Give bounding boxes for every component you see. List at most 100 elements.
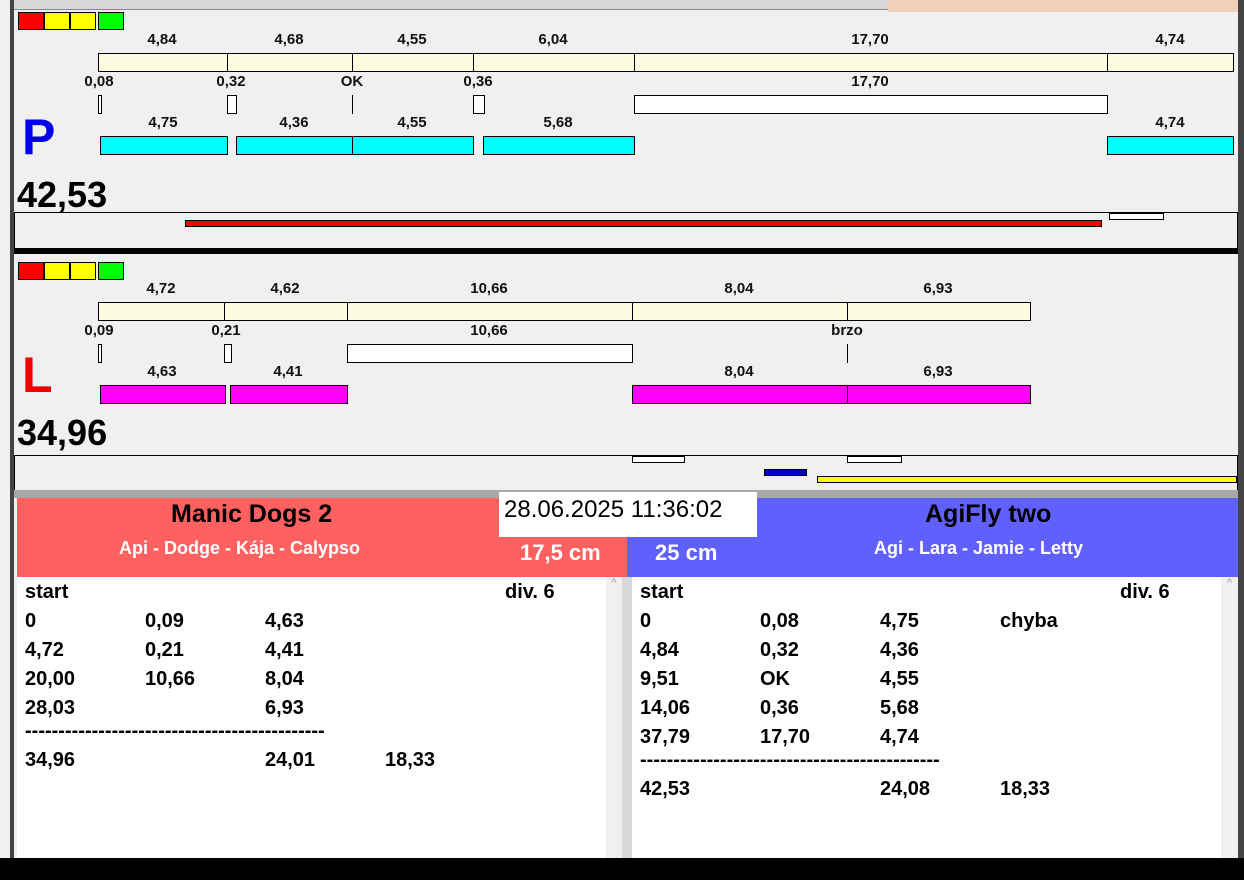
run-bar xyxy=(483,136,635,155)
run-label: 4,74 xyxy=(1155,114,1185,131)
list-cell: 8,04 xyxy=(265,668,304,690)
run-label: 4,41 xyxy=(273,363,303,380)
split-bar xyxy=(632,302,848,321)
reaction-label: 0,36 xyxy=(463,73,493,90)
run-bar xyxy=(1107,136,1234,155)
list-total-cell: 42,53 xyxy=(640,778,691,800)
list-cell: 17,70 xyxy=(760,726,811,748)
lane-letter: P xyxy=(22,109,56,165)
left-list-scrollbar[interactable]: ^ xyxy=(606,577,622,858)
list-cell: 0,09 xyxy=(145,610,184,632)
right-team-height: 25 cm xyxy=(655,540,718,565)
reaction-bar xyxy=(98,344,102,363)
list-gap xyxy=(622,577,632,858)
split-bar xyxy=(224,302,348,321)
reaction-label: 0,32 xyxy=(216,73,246,90)
list-cell: 0,08 xyxy=(760,610,799,632)
list-cell: 6,93 xyxy=(265,697,304,719)
run-bar xyxy=(236,136,353,155)
list-cell: 4,74 xyxy=(880,726,919,748)
list-cell: 14,06 xyxy=(640,697,691,719)
right-result-list[interactable]: start div. 6 0 0,08 4,75 chyba 4,84 0,32 4,36 9,5… xyxy=(632,577,1221,858)
right-frame-border xyxy=(1238,0,1244,860)
left-team-height: 17,5 cm xyxy=(520,540,601,565)
run-label: 5,68 xyxy=(543,114,573,131)
split-bar xyxy=(473,53,635,72)
list-cell: 5,68 xyxy=(880,697,919,719)
split-bar xyxy=(1107,53,1234,72)
reaction-label: 0,21 xyxy=(211,322,241,339)
split-label: 8,04 xyxy=(724,280,754,297)
list-total-cell: 18,33 xyxy=(385,749,436,771)
list-cell: 28,03 xyxy=(25,697,76,719)
list-separator: ----------------------------------------… xyxy=(25,720,325,742)
reaction-label: 17,70 xyxy=(851,73,889,90)
signal-light-red xyxy=(18,262,44,280)
reaction-label: brzo xyxy=(831,322,863,339)
progress-track xyxy=(14,455,1238,491)
split-label: 10,66 xyxy=(470,280,508,297)
progress-marker xyxy=(847,456,902,463)
run-bar xyxy=(847,385,1031,404)
tab-strip[interactable] xyxy=(14,0,888,10)
right-list-scrollbar[interactable]: ^ xyxy=(1221,577,1238,858)
split-bar xyxy=(634,53,1108,72)
list-cell: 0,32 xyxy=(760,639,799,661)
split-label: 6,04 xyxy=(538,31,568,48)
run-label: 4,36 xyxy=(279,114,309,131)
run-label: 8,04 xyxy=(724,363,754,380)
run-bar xyxy=(100,385,226,404)
progress-bar-blue xyxy=(764,469,807,476)
reaction-label: 0,09 xyxy=(84,322,114,339)
list-cell: 37,79 xyxy=(640,726,691,748)
list-cell: 20,00 xyxy=(25,668,76,690)
list-total-cell: 24,01 xyxy=(265,749,316,771)
list-cell: 9,51 xyxy=(640,668,679,690)
run-label: 6,93 xyxy=(923,363,953,380)
reaction-bar xyxy=(347,344,633,363)
list-cell: 4,84 xyxy=(640,639,679,661)
list-header-start: start xyxy=(25,581,69,603)
left-result-list[interactable]: start div. 6 0 0,09 4,63 4,72 0,21 4,41 20,00 10,… xyxy=(17,577,606,858)
list-cell: 4,63 xyxy=(265,610,304,632)
run-bar xyxy=(632,385,848,404)
signal-light-yellow xyxy=(70,12,96,30)
split-label: 4,68 xyxy=(274,31,304,48)
progress-bar-red xyxy=(185,220,1102,227)
list-cell: 0,36 xyxy=(760,697,799,719)
list-total-cell: 34,96 xyxy=(25,749,76,771)
reaction-mark xyxy=(352,95,353,114)
split-bar xyxy=(352,53,474,72)
run-label: 4,63 xyxy=(147,363,177,380)
list-cell: 4,36 xyxy=(880,639,919,661)
split-bar xyxy=(847,302,1031,321)
reaction-bar xyxy=(473,95,485,114)
lane-letter: L xyxy=(22,347,53,403)
left-team-dogs: Api - Dodge - Kája - Calypso xyxy=(119,538,361,558)
list-cell: 4,72 xyxy=(25,639,64,661)
signal-light-yellow xyxy=(44,12,70,30)
list-total-cell: 24,08 xyxy=(880,778,931,800)
reaction-bar xyxy=(98,95,102,114)
bottom-bar xyxy=(0,858,1244,880)
split-bar xyxy=(227,53,353,72)
progress-bar-yellow xyxy=(817,476,1237,483)
signal-light-yellow xyxy=(44,262,70,280)
lane-total-time: 34,96 xyxy=(17,412,108,453)
run-label: 4,75 xyxy=(148,114,178,131)
split-bar xyxy=(98,53,228,72)
run-bar xyxy=(100,136,228,155)
split-label: 4,74 xyxy=(1155,31,1185,48)
reaction-bar xyxy=(224,344,232,363)
list-cell: 0 xyxy=(25,610,37,632)
list-header-division: div. 6 xyxy=(1120,581,1170,603)
signal-light-yellow xyxy=(70,262,96,280)
split-label: 6,93 xyxy=(923,280,953,297)
signal-light-green xyxy=(98,262,124,280)
split-label: 4,84 xyxy=(147,31,177,48)
lane-divider xyxy=(14,248,1238,254)
list-total-cell: 18,33 xyxy=(1000,778,1051,800)
list-header-start: start xyxy=(640,581,684,603)
reaction-label: 0,08 xyxy=(84,73,114,90)
split-label: 4,62 xyxy=(270,280,300,297)
